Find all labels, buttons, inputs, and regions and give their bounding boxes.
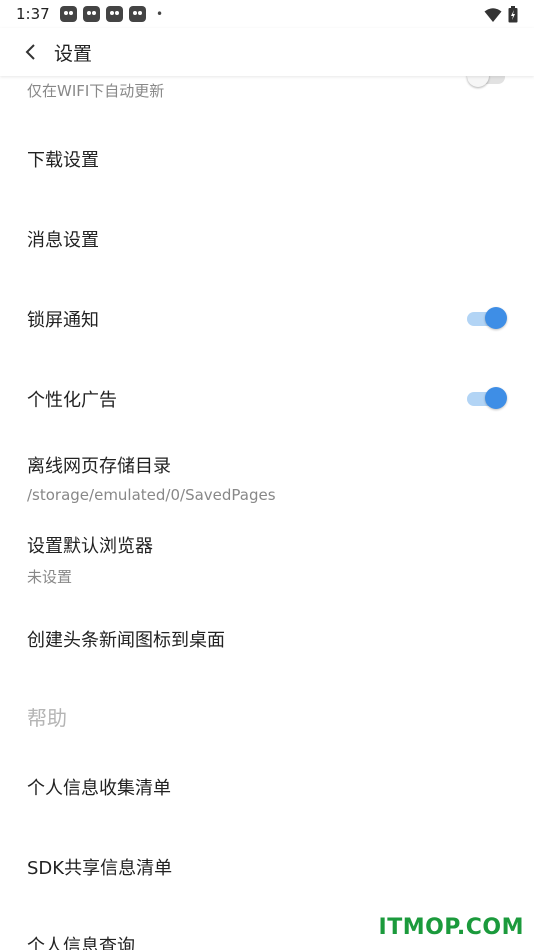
battery-icon bbox=[508, 6, 518, 23]
personal-info-query-label: 个人信息查询 bbox=[27, 936, 135, 950]
lock-screen-notification-toggle[interactable] bbox=[467, 306, 507, 330]
settings-list[interactable]: 仅在WIFI下自动更新 下载设置 消息设置 锁屏通知 个性化广告 离线网页存储目… bbox=[0, 76, 534, 950]
lock-screen-notification-row[interactable]: 锁屏通知 bbox=[0, 278, 534, 358]
wifi-auto-update-row[interactable]: 仅在WIFI下自动更新 bbox=[0, 76, 534, 110]
create-shortcut-label: 创建头条新闻图标到桌面 bbox=[27, 630, 225, 651]
personalized-ads-toggle[interactable] bbox=[467, 386, 507, 410]
offline-directory-value: /storage/emulated/0/SavedPages bbox=[27, 486, 276, 504]
status-time: 1:37 bbox=[16, 5, 50, 23]
offline-directory-row[interactable]: 离线网页存储目录 /storage/emulated/0/SavedPages bbox=[0, 438, 534, 518]
personal-info-collection-row[interactable]: 个人信息收集清单 bbox=[0, 746, 534, 826]
personal-info-collection-label: 个人信息收集清单 bbox=[27, 778, 171, 799]
toggle-thumb bbox=[467, 76, 489, 87]
page-title: 设置 bbox=[54, 43, 93, 65]
back-arrow-icon[interactable] bbox=[20, 40, 44, 64]
toggle-thumb bbox=[485, 387, 507, 409]
personalized-ads-label: 个性化广告 bbox=[27, 390, 117, 411]
app-bar: 设置 bbox=[0, 28, 534, 76]
default-browser-row[interactable]: 设置默认浏览器 未设置 bbox=[0, 518, 534, 598]
default-browser-label: 设置默认浏览器 bbox=[27, 536, 153, 557]
download-settings-label: 下载设置 bbox=[27, 150, 99, 171]
download-settings-row[interactable]: 下载设置 bbox=[0, 118, 534, 198]
notification-icon bbox=[106, 6, 123, 22]
wifi-icon bbox=[484, 7, 502, 22]
notification-icon bbox=[60, 6, 77, 22]
notification-icons: • bbox=[60, 6, 163, 22]
site-watermark: ITMOP.COM bbox=[378, 915, 524, 940]
notification-icon bbox=[83, 6, 100, 22]
lock-screen-notification-label: 锁屏通知 bbox=[27, 310, 99, 331]
more-notifications-dot: • bbox=[156, 7, 164, 21]
status-bar: 1:37 • bbox=[0, 0, 534, 28]
toggle-thumb bbox=[485, 307, 507, 329]
offline-directory-label: 离线网页存储目录 bbox=[27, 456, 171, 477]
message-settings-row[interactable]: 消息设置 bbox=[0, 198, 534, 278]
notification-icon bbox=[129, 6, 146, 22]
sdk-shared-info-row[interactable]: SDK共享信息清单 bbox=[0, 826, 534, 906]
message-settings-label: 消息设置 bbox=[27, 230, 99, 251]
help-section-title: 帮助 bbox=[27, 706, 67, 730]
default-browser-value: 未设置 bbox=[27, 568, 73, 586]
wifi-auto-update-toggle[interactable] bbox=[467, 76, 507, 88]
wifi-auto-update-subtitle: 仅在WIFI下自动更新 bbox=[27, 82, 165, 100]
personalized-ads-row[interactable]: 个性化广告 bbox=[0, 358, 534, 438]
sdk-shared-info-label: SDK共享信息清单 bbox=[27, 858, 173, 879]
create-shortcut-row[interactable]: 创建头条新闻图标到桌面 bbox=[0, 598, 534, 678]
help-section-header: 帮助 bbox=[0, 684, 534, 744]
